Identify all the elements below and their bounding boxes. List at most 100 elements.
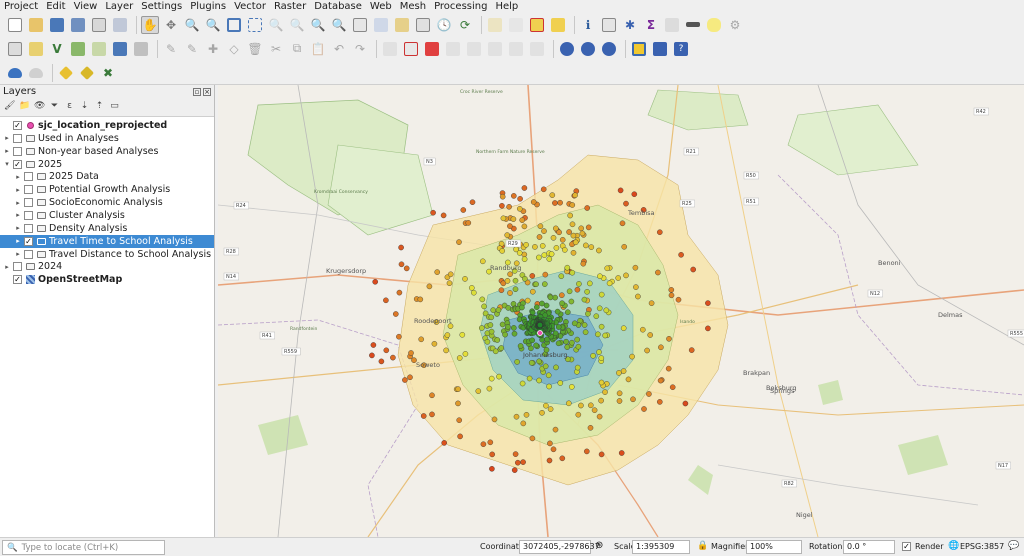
show-bookmarks-icon[interactable]	[414, 16, 432, 34]
zoom-full-icon[interactable]	[225, 16, 243, 34]
statistics-icon[interactable]: Σ	[642, 16, 660, 34]
menu-database[interactable]: Database	[314, 0, 362, 13]
select-features-icon[interactable]	[486, 16, 504, 34]
attribute-table-icon[interactable]	[600, 16, 618, 34]
paste-icon[interactable]: 📋	[309, 40, 327, 58]
manage-themes-icon[interactable]: 👁	[34, 101, 45, 112]
lock-scale-icon[interactable]: 🔒	[697, 541, 708, 551]
new-map-view-icon[interactable]	[351, 16, 369, 34]
menu-help[interactable]: Help	[495, 0, 518, 13]
collapse-arrow-icon[interactable]: ▾	[3, 160, 11, 168]
layer-visibility-checkbox[interactable]	[24, 223, 33, 233]
select-value-icon[interactable]	[507, 16, 525, 34]
cut-icon[interactable]: ✂	[267, 40, 285, 58]
zoom-in-icon[interactable]: 🔍	[183, 16, 201, 34]
vertex-tool-icon[interactable]: ◇	[225, 40, 243, 58]
crs-label[interactable]: EPSG:3857	[960, 542, 1004, 551]
new-3d-view-icon[interactable]	[372, 16, 390, 34]
crs-icon[interactable]: 🌐	[948, 541, 959, 551]
expand-arrow-icon[interactable]: ▸	[14, 173, 22, 181]
expand-arrow-icon[interactable]: ▸	[14, 224, 22, 232]
layer-tree-item[interactable]: ▸ Used in Analyses	[0, 132, 214, 145]
layer-visibility-checkbox[interactable]	[24, 198, 33, 208]
coordinate-field[interactable]: 3072405,-2978637	[519, 540, 600, 554]
expand-arrow-icon[interactable]: ▸	[3, 134, 11, 142]
expand-arrow-icon[interactable]: ▸	[14, 211, 22, 219]
collapse-all-icon[interactable]: ⇡	[94, 101, 105, 112]
label-rotate-icon[interactable]	[465, 40, 483, 58]
render-checkbox[interactable]: ✓	[902, 542, 911, 551]
processing-toolbox-icon[interactable]: ✱	[621, 16, 639, 34]
edits-icon[interactable]: ✎	[183, 40, 201, 58]
menu-view[interactable]: View	[74, 0, 98, 13]
label-move-icon[interactable]	[444, 40, 462, 58]
scale-field[interactable]: 1:395309	[632, 540, 690, 554]
expand-arrow-icon[interactable]: ▸	[14, 237, 22, 245]
menu-web[interactable]: Web	[370, 0, 392, 13]
layer-tree-item[interactable]: ✓ OpenStreetMap	[0, 273, 214, 286]
map-tips-icon[interactable]	[705, 16, 723, 34]
layer-visibility-checkbox[interactable]: ✓	[13, 159, 22, 169]
layer-tree-item[interactable]: ▸ 2025 Data	[0, 170, 214, 183]
layer-tree-item[interactable]: ▸ Cluster Analysis	[0, 209, 214, 222]
help-icon[interactable]: ?	[672, 40, 690, 58]
python-console-icon[interactable]	[630, 40, 648, 58]
menu-layer[interactable]: Layer	[105, 0, 133, 13]
close-panel-icon[interactable]: ×	[203, 87, 211, 96]
layout-manager-icon[interactable]	[111, 16, 129, 34]
expand-arrow-icon[interactable]: ▸	[3, 263, 11, 271]
zoom-layer-icon[interactable]: 🔍	[267, 16, 285, 34]
add-vector-layer-icon[interactable]: V	[48, 40, 66, 58]
locator-search[interactable]: 🔍 Type to locate (Ctrl+K)	[2, 540, 165, 555]
plugin-icon[interactable]	[651, 40, 669, 58]
cloud-icon[interactable]	[6, 64, 24, 82]
label-pin-icon[interactable]	[423, 40, 441, 58]
layer-tree-item[interactable]: ▸ ✓ Travel Time to School Analysis	[0, 234, 214, 248]
layer-visibility-checkbox[interactable]	[24, 249, 33, 259]
remove-layer-icon[interactable]: ▭	[109, 101, 120, 112]
plugin-manager-icon[interactable]	[600, 40, 618, 58]
add-xyz-layer-icon[interactable]	[132, 40, 150, 58]
diagram-icon[interactable]	[528, 40, 546, 58]
tools-icon[interactable]: ✖	[99, 64, 117, 82]
undo-icon[interactable]: ↶	[330, 40, 348, 58]
add-wms-layer-icon[interactable]	[111, 40, 129, 58]
menu-processing[interactable]: Processing	[434, 0, 487, 13]
expand-all-icon[interactable]: ⇣	[79, 101, 90, 112]
layer-visibility-checkbox[interactable]	[13, 262, 22, 272]
zoom-next-icon[interactable]: 🔍	[330, 16, 348, 34]
menu-plugins[interactable]: Plugins	[190, 0, 226, 13]
label-show-icon[interactable]	[507, 40, 525, 58]
print-layout-icon[interactable]	[90, 16, 108, 34]
zoom-native-icon[interactable]: 🔍	[288, 16, 306, 34]
expand-arrow-icon[interactable]: ▸	[3, 147, 11, 155]
float-panel-icon[interactable]: ▫	[193, 87, 201, 96]
label-tool-icon[interactable]	[381, 40, 399, 58]
map-canvas[interactable]: Krugersdorp Roodepoort Soweto Randburg Tembi…	[218, 85, 1024, 537]
delete-selected-icon[interactable]: 🗑	[246, 40, 264, 58]
add-group-icon[interactable]: 📁	[19, 101, 30, 112]
toggle-extents-icon[interactable]: ⊛	[595, 540, 603, 551]
layer-tree-item[interactable]: ▾ ✓ 2025	[0, 158, 214, 171]
messages-icon[interactable]: 💬	[1008, 541, 1019, 551]
digitize-icon[interactable]: ✎	[162, 40, 180, 58]
rotation-field[interactable]: 0.0 °	[843, 540, 895, 554]
layer-visibility-checkbox[interactable]	[13, 146, 22, 156]
pan-icon[interactable]: ✋	[141, 15, 159, 34]
expand-arrow-icon[interactable]: ▸	[14, 199, 22, 207]
cube-icon[interactable]	[57, 64, 75, 82]
layer-tree-item[interactable]: ✓ sjc_location_reprojected	[0, 119, 214, 132]
layer-visibility-checkbox[interactable]	[24, 172, 33, 182]
save-as-icon[interactable]	[69, 16, 87, 34]
copy-icon[interactable]: ⧉	[288, 40, 306, 58]
layer-tree-item[interactable]: ▸ Density Analysis	[0, 222, 214, 235]
select-location-icon[interactable]	[549, 16, 567, 34]
layer-visibility-checkbox[interactable]: ✓	[13, 121, 22, 130]
redo-icon[interactable]: ↷	[351, 40, 369, 58]
pan-to-selection-icon[interactable]: ✥	[162, 16, 180, 34]
identify-icon[interactable]: ℹ	[579, 16, 597, 34]
menu-project[interactable]: Project	[4, 0, 38, 13]
cloud-sync-icon[interactable]	[27, 64, 45, 82]
layer-visibility-checkbox[interactable]: ✓	[13, 275, 22, 285]
add-feature-icon[interactable]: ✚	[204, 40, 222, 58]
